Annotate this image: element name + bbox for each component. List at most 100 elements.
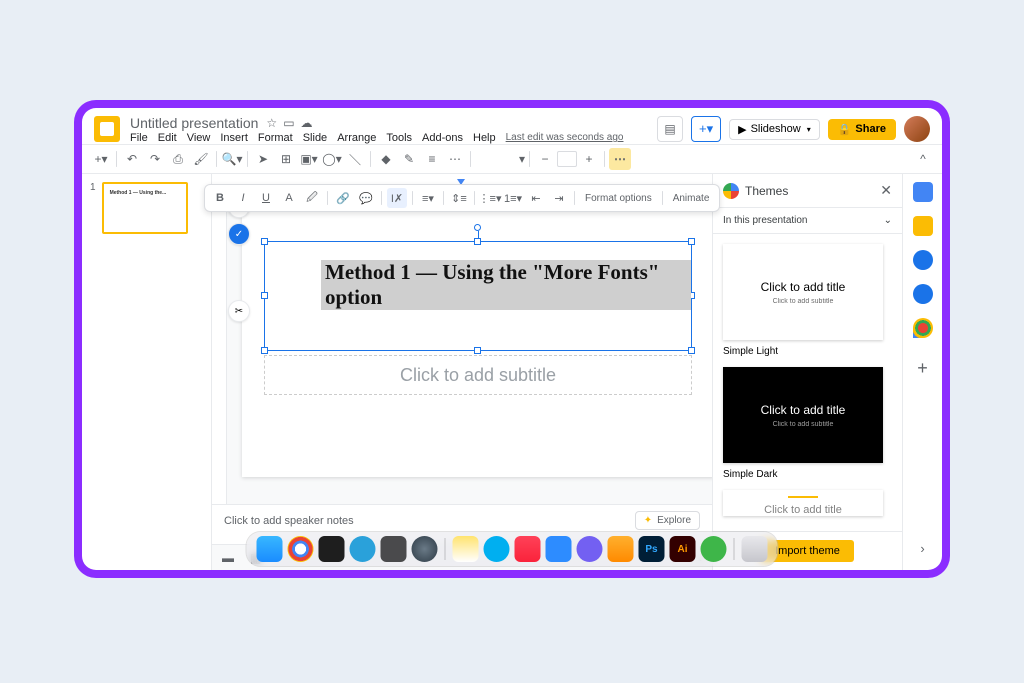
canvas: LT ✓ ✂ [212,174,712,570]
dock-viber[interactable] [577,536,603,562]
keep-icon[interactable] [913,216,933,236]
underline-button[interactable]: U [256,188,276,208]
filmstrip-view-icon[interactable]: ▬ [222,551,234,565]
more-toolbar-button[interactable]: ⋯ [609,148,631,170]
slide-title-text[interactable]: Method 1 — Using the "More Fonts" option [321,260,691,310]
comment-button[interactable]: 💬 [356,188,376,208]
line-tool[interactable]: ＼ [344,148,366,170]
menu-tools[interactable]: Tools [386,132,412,144]
contacts-icon[interactable] [913,284,933,304]
theme-card-dark[interactable]: Click to add title Click to add subtitle [723,367,883,463]
slide-number: 1 [90,182,96,234]
cloud-icon[interactable]: ☁ [301,116,313,130]
comment-history-button[interactable]: ▤ [657,116,683,142]
share-button[interactable]: 🔒Share [828,119,896,140]
collapse-toolbar-button[interactable]: ^ [912,148,934,170]
menu-insert[interactable]: Insert [220,132,248,144]
menu-edit[interactable]: Edit [158,132,177,144]
menu-file[interactable]: File [130,132,148,144]
clear-format-button[interactable]: I✗ [387,188,407,208]
slide-canvas[interactable]: Method 1 — Using the "More Fonts" option… [242,199,712,477]
shape-tool[interactable]: ◯▾ [321,148,343,170]
font-size-field[interactable] [557,151,577,167]
decrease-indent-button[interactable]: ⇤ [526,188,546,208]
star-icon[interactable]: ☆ [266,116,277,130]
move-icon[interactable]: ▭ [283,116,294,130]
dock-utorrent[interactable] [701,536,727,562]
format-options-button[interactable]: Format options [580,193,657,204]
dock-skype[interactable] [484,536,510,562]
dock-zoom[interactable] [546,536,572,562]
menu-slide[interactable]: Slide [303,132,327,144]
separator [116,151,117,167]
align-button[interactable]: ≡▾ [418,188,438,208]
menu-help[interactable]: Help [473,132,496,144]
menu-format[interactable]: Format [258,132,293,144]
bullet-list-button[interactable]: ⋮≡▾ [480,188,500,208]
dock-notes[interactable] [453,536,479,562]
bold-button[interactable]: B [210,188,230,208]
border-weight-button[interactable]: ≡ [421,148,443,170]
checkmark-badge[interactable]: ✓ [228,223,250,245]
themes-panel: Themes ✕ In this presentation⌄ Click to … [712,174,902,570]
dock-figma[interactable] [319,536,345,562]
separator [412,191,413,205]
menu-arrange[interactable]: Arrange [337,132,376,144]
dock-pages[interactable] [608,536,634,562]
close-themes-button[interactable]: ✕ [880,182,892,199]
dock-settings[interactable] [381,536,407,562]
hide-panel-icon[interactable]: › [920,541,924,556]
dock-illustrator[interactable]: Ai [670,536,696,562]
document-title[interactable]: Untitled presentation [130,115,258,131]
dock-chrome[interactable] [288,536,314,562]
title-text-box[interactable]: Method 1 — Using the "More Fonts" option [264,241,692,351]
numbered-list-button[interactable]: 1≡▾ [503,188,523,208]
dock-quicktime[interactable] [412,536,438,562]
tasks-icon[interactable] [913,250,933,270]
slide-thumbnail[interactable]: Method 1 — Using the... [102,182,188,234]
explore-button[interactable]: ✦Explore [635,511,700,530]
dock-trash[interactable] [742,536,768,562]
font-dropdown[interactable]: ▾ [475,148,525,170]
border-dash-button[interactable]: ⋯ [444,148,466,170]
dock-photoshop[interactable]: Ps [639,536,665,562]
dock-finder[interactable] [257,536,283,562]
font-size-increase[interactable]: + [578,148,600,170]
fill-color-button[interactable]: ◆ [375,148,397,170]
present-add-button[interactable]: +▾ [691,116,721,142]
maps-icon[interactable] [913,318,933,338]
cut-badge[interactable]: ✂ [228,300,250,322]
themes-section-dropdown[interactable]: In this presentation⌄ [713,208,902,234]
select-tool[interactable]: ➤ [252,148,274,170]
animate-button[interactable]: Animate [668,193,715,204]
image-tool[interactable]: ▣▾ [298,148,320,170]
redo-button[interactable]: ↷ [144,148,166,170]
theme-card-partial[interactable]: Click to add title [723,490,883,516]
italic-button[interactable]: I [233,188,253,208]
highlight-button[interactable]: 🖉 [302,188,322,208]
addons-plus-icon[interactable]: + [917,358,928,379]
text-color-button[interactable]: A [279,188,299,208]
paint-format-button[interactable]: 🖌 [190,148,212,170]
last-edit[interactable]: Last edit was seconds ago [506,132,624,143]
subtitle-placeholder[interactable]: Click to add subtitle [264,355,692,395]
account-avatar[interactable] [904,116,930,142]
undo-button[interactable]: ↶ [121,148,143,170]
print-button[interactable]: ⎙ [167,148,189,170]
menu-addons[interactable]: Add-ons [422,132,463,144]
zoom-button[interactable]: 🔍▾ [221,148,243,170]
slideshow-button[interactable]: ▶Slideshow▾ [729,119,820,140]
menu-view[interactable]: View [187,132,211,144]
dock-telegram[interactable] [350,536,376,562]
font-size-decrease[interactable]: − [534,148,556,170]
theme-card-light[interactable]: Click to add title Click to add subtitle [723,244,883,340]
slides-logo[interactable] [94,116,120,142]
increase-indent-button[interactable]: ⇥ [549,188,569,208]
line-spacing-button[interactable]: ⇕≡ [449,188,469,208]
textbox-tool[interactable]: ⊞ [275,148,297,170]
calendar-icon[interactable] [913,182,933,202]
link-button[interactable]: 🔗 [333,188,353,208]
border-color-button[interactable]: ✎ [398,148,420,170]
dock-music[interactable] [515,536,541,562]
new-slide-button[interactable]: +▾ [90,148,112,170]
